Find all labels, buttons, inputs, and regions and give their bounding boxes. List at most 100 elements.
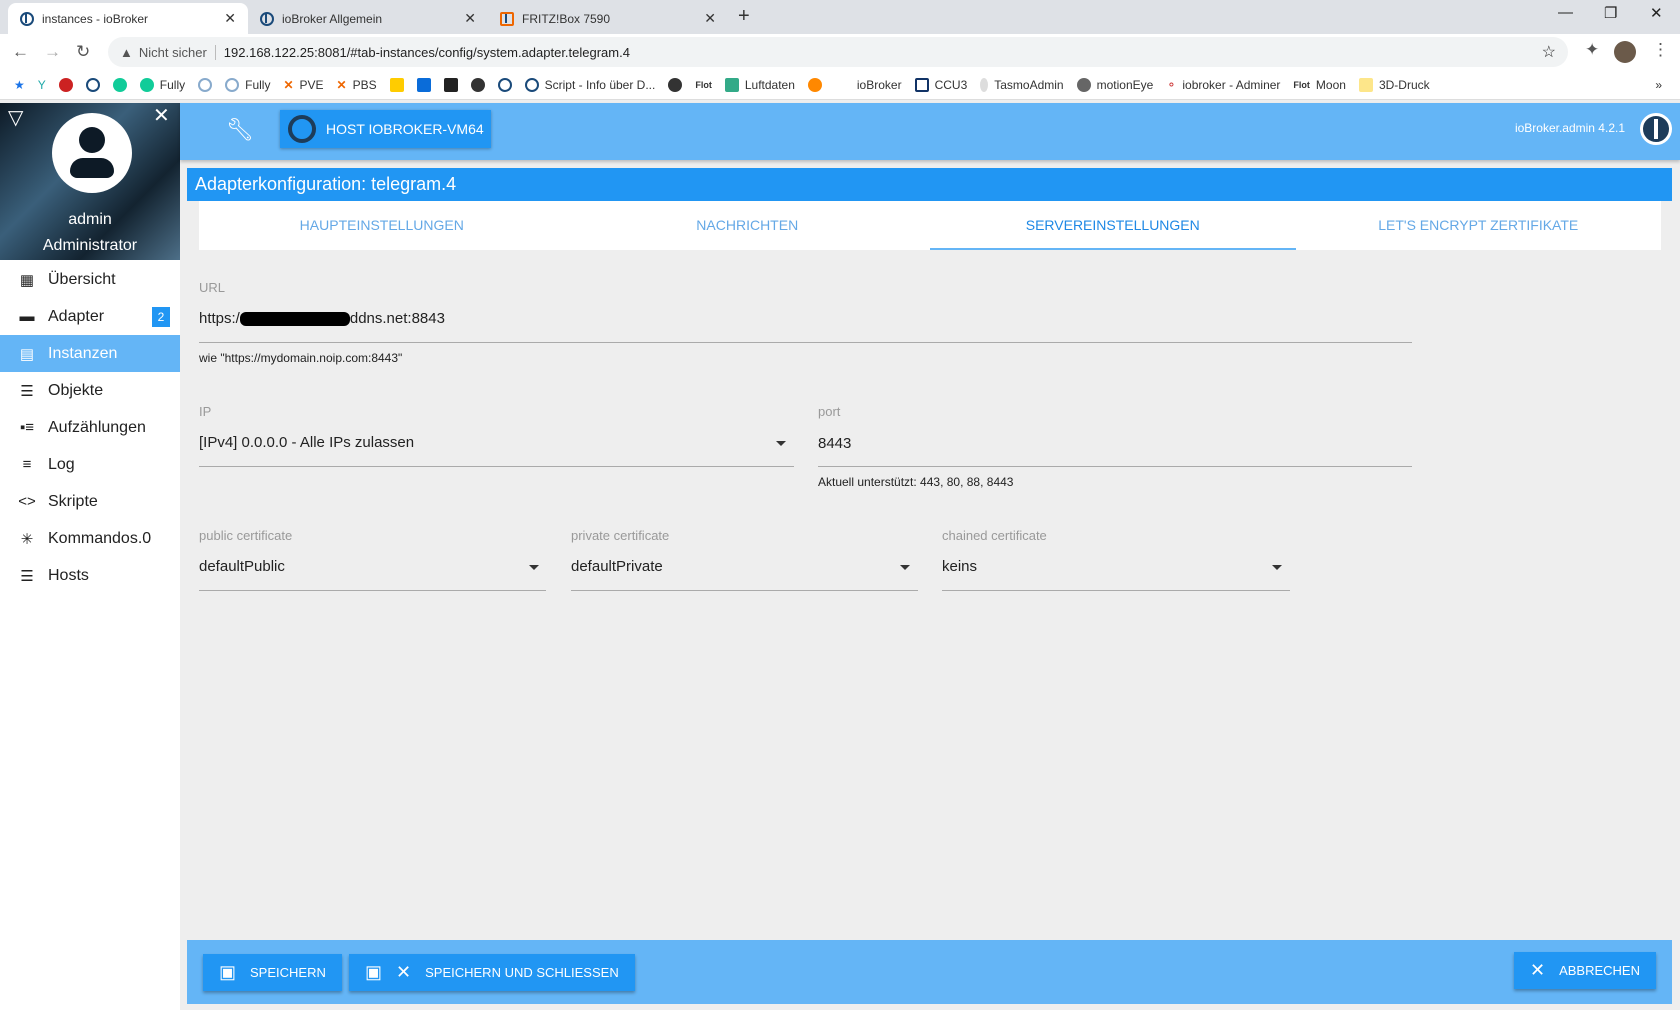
tab-nachrichten[interactable]: NACHRICHTEN xyxy=(565,201,931,250)
bookmark-label: 3D-Druck xyxy=(1378,77,1430,92)
address-bar[interactable]: ▲ Nicht sicher 192.168.122.25:8081/#tab-… xyxy=(108,37,1568,67)
bookmark-label: motionEye xyxy=(1096,77,1154,92)
tab-title: ioBroker Allgemein xyxy=(282,11,383,26)
public-cert-select[interactable]: defaultPublic xyxy=(199,558,285,575)
bookmark-label: CCU3 xyxy=(934,77,968,92)
button-label: ABBRECHEN xyxy=(1559,963,1640,978)
close-sidebar-icon[interactable]: ✕ xyxy=(153,103,170,128)
more-bookmarks-icon[interactable]: » xyxy=(1655,78,1662,92)
bookmark[interactable]: Fully xyxy=(139,77,185,92)
host-button[interactable]: HOST IOBROKER-VM64 xyxy=(280,110,491,148)
chevron-down-icon[interactable] xyxy=(529,565,539,570)
bookmark[interactable]: Flot Moon xyxy=(1293,78,1346,92)
new-tab-button[interactable]: + xyxy=(738,5,750,28)
bookmark-folder[interactable]: 3D-Druck xyxy=(1358,77,1430,92)
tab-servereinstellungen[interactable]: SERVEREINSTELLUNGEN xyxy=(930,201,1296,250)
avatar xyxy=(52,113,132,193)
sidebar-item-log[interactable]: ≡ Log xyxy=(0,446,180,483)
fully-icon[interactable] xyxy=(112,77,127,92)
chevron-down-icon[interactable] xyxy=(1272,565,1282,570)
ip-select[interactable]: [IPv4] 0.0.0.0 - Alle IPs zulassen xyxy=(199,434,414,451)
browser-tab[interactable]: FRITZ!Box 7590 ✕ xyxy=(488,3,728,34)
port-input[interactable]: 8443 xyxy=(818,435,851,452)
bookmark[interactable]: Fully xyxy=(225,77,271,92)
iobroker-icon[interactable] xyxy=(85,77,100,92)
iobroker-icon xyxy=(260,11,274,26)
raspberry-icon[interactable] xyxy=(58,77,73,92)
bookmark[interactable]: ⚬ iobroker - Adminer xyxy=(1166,78,1280,92)
bookmark[interactable]: ✕ PBS xyxy=(337,78,377,92)
sidebar-item-skripte[interactable]: <> Skripte xyxy=(0,483,180,520)
chevron-down-icon[interactable] xyxy=(776,441,786,446)
sidebar-item-kommandos[interactable]: ✳ Kommandos.0 xyxy=(0,520,180,557)
iobroker-icon[interactable] xyxy=(497,77,512,92)
bookmark-label: TasmoAdmin xyxy=(994,77,1064,92)
user-role: Administrator xyxy=(42,237,138,254)
bookmark-label: PVE xyxy=(299,77,324,92)
grafana-icon[interactable] xyxy=(807,77,822,92)
bookmark[interactable]: ioBroker xyxy=(857,78,902,92)
tab-letsencrypt[interactable]: LET'S ENCRYPT ZERTIFIKATE xyxy=(1296,201,1662,250)
dsm-icon[interactable] xyxy=(416,77,431,92)
reload-icon[interactable]: ↻ xyxy=(76,42,90,62)
sidebar-item-hosts[interactable]: ☰ Hosts xyxy=(0,557,180,594)
close-tab-icon[interactable]: ✕ xyxy=(704,10,716,27)
flot-icon[interactable]: Flot xyxy=(695,80,712,90)
cancel-button[interactable]: ✕ ABBRECHEN xyxy=(1513,952,1656,989)
private-cert-select[interactable]: defaultPrivate xyxy=(571,558,663,575)
sidebar-item-instanzen[interactable]: ▤ Instanzen xyxy=(0,335,180,372)
sidebar-item-objekte[interactable]: ☰ Objekte xyxy=(0,372,180,409)
browser-tab[interactable]: ioBroker Allgemein ✕ xyxy=(248,3,488,34)
tab-haupteinstellungen[interactable]: HAUPTEINSTELLUNGEN xyxy=(199,201,565,250)
bookmark[interactable]: Script - Info über D... xyxy=(524,77,655,92)
enum-icon: ▪≡ xyxy=(19,419,35,436)
close-window-button[interactable]: ✕ xyxy=(1650,4,1663,22)
bookmark-label: Luftdaten xyxy=(744,77,795,92)
star-icon[interactable]: ☆ xyxy=(1542,42,1556,62)
url-text[interactable]: 192.168.122.25:8081/#tab-instances/confi… xyxy=(224,45,630,60)
sidebar-item-uebersicht[interactable]: ▦ Übersicht xyxy=(0,261,180,298)
browser-tab[interactable]: instances - ioBroker ✕ xyxy=(8,3,248,34)
bookmark[interactable]: CCU3 xyxy=(914,77,968,92)
bookmark[interactable]: motionEye xyxy=(1076,77,1154,92)
sidebar-item-label: Instanzen xyxy=(48,344,118,362)
gauge-icon[interactable] xyxy=(198,77,213,92)
chained-cert-select[interactable]: keins xyxy=(942,558,977,575)
sidebar-item-adapter[interactable]: ▬ Adapter 2 xyxy=(0,298,180,335)
sidebar-item-aufzaehlungen[interactable]: ▪≡ Aufzählungen xyxy=(0,409,180,446)
star-icon[interactable]: ★ xyxy=(14,78,25,92)
plus-circle-icon[interactable] xyxy=(668,77,683,92)
tab-title: instances - ioBroker xyxy=(42,11,149,26)
bookmark-icon[interactable]: Y xyxy=(38,78,46,92)
fritzbox-icon xyxy=(500,11,514,26)
extensions-icon[interactable]: ✦ xyxy=(1585,40,1599,60)
save-button[interactable]: ▣ SPEICHERN xyxy=(203,954,342,991)
chevron-down-icon[interactable] xyxy=(900,565,910,570)
bookmark[interactable]: TasmoAdmin xyxy=(980,77,1064,92)
port-help: Aktuell unterstützt: 443, 80, 88, 8443 xyxy=(818,475,1014,489)
profile-avatar[interactable] xyxy=(1614,41,1636,63)
menu-icon[interactable]: ⋮ xyxy=(1652,40,1669,60)
back-icon[interactable]: ← xyxy=(12,42,29,62)
tab-title: FRITZ!Box 7590 xyxy=(522,11,611,26)
fritzbox-icon[interactable] xyxy=(389,77,404,92)
url-input[interactable]: https:/ ddns.net:8843 xyxy=(199,310,445,327)
bookmark[interactable]: ✕ PVE xyxy=(283,78,323,92)
bookmark-icon[interactable] xyxy=(470,77,485,92)
restore-button[interactable]: ❐ xyxy=(1604,4,1617,22)
save-close-button[interactable]: ▣ ✕ SPEICHERN UND SCHLIESSEN xyxy=(349,954,635,991)
address-row: ← → ↻ ▲ Nicht sicher 192.168.122.25:8081… xyxy=(0,34,1680,70)
bookmark-label: Fully xyxy=(245,77,271,92)
dropdown-triangle-icon[interactable]: ▽ xyxy=(8,105,23,130)
forward-icon[interactable]: → xyxy=(44,42,61,62)
grid-icon: ▦ xyxy=(19,271,35,289)
minimize-button[interactable]: — xyxy=(1558,4,1573,21)
close-tab-icon[interactable]: ✕ xyxy=(224,10,236,27)
url-label: URL xyxy=(199,280,226,295)
sidebar-item-label: Objekte xyxy=(48,381,104,399)
bookmark[interactable]: Luftdaten xyxy=(724,77,795,92)
plex-icon[interactable] xyxy=(443,77,458,92)
close-tab-icon[interactable]: ✕ xyxy=(464,10,476,27)
wrench-icon[interactable]: 🔧︎ xyxy=(226,117,254,143)
button-label: SPEICHERN UND SCHLIESSEN xyxy=(425,965,619,980)
